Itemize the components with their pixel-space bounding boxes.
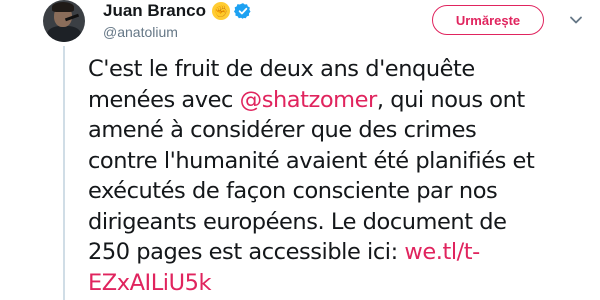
chevron-down-icon[interactable] [568,12,584,28]
tweet-line: contre l'humanité avaient été planifiés … [88,147,535,174]
tweet-line: C'est le fruit de deux ans d'enquête [88,56,475,82]
thread-connector-line [63,46,65,300]
mention-link[interactable]: @shatzomer [240,87,378,113]
tweet-line: dirigeants européens. Le document de [88,208,507,235]
tweet-line: amené à considérer que des crimes [88,117,477,143]
tweet-line: menées avec @shatzomer, qui nous ont [88,85,588,116]
external-link-continued[interactable]: EZxAILiU5k [88,270,212,296]
raised-fist-emoji-icon: ✊ [211,2,230,20]
verified-badge-icon [233,3,251,19]
tweet-line: exécutés de façon consciente par nos [88,178,498,204]
author-display-name[interactable]: Juan Branco [103,1,206,21]
follow-button[interactable]: Urmărește [432,5,544,35]
author-name-row: Juan Branco ✊ [103,0,252,22]
author-handle[interactable]: @anatolium [103,24,178,40]
tweet-text-segment: menées avec [88,86,240,113]
tweet-text: C'est le fruit de deux ans d'enquête men… [88,54,588,298]
tweet-line: 250 pages est accessible ici: we.tl/t- [88,237,588,268]
tweet-line: EZxAILiU5k [88,268,588,299]
tweet-text-segment: , qui nous ont [376,86,525,113]
external-link[interactable]: we.tl/t- [404,239,480,265]
tweet-text-segment: 250 pages est accessible ici: [88,239,405,265]
avatar[interactable] [43,0,85,42]
